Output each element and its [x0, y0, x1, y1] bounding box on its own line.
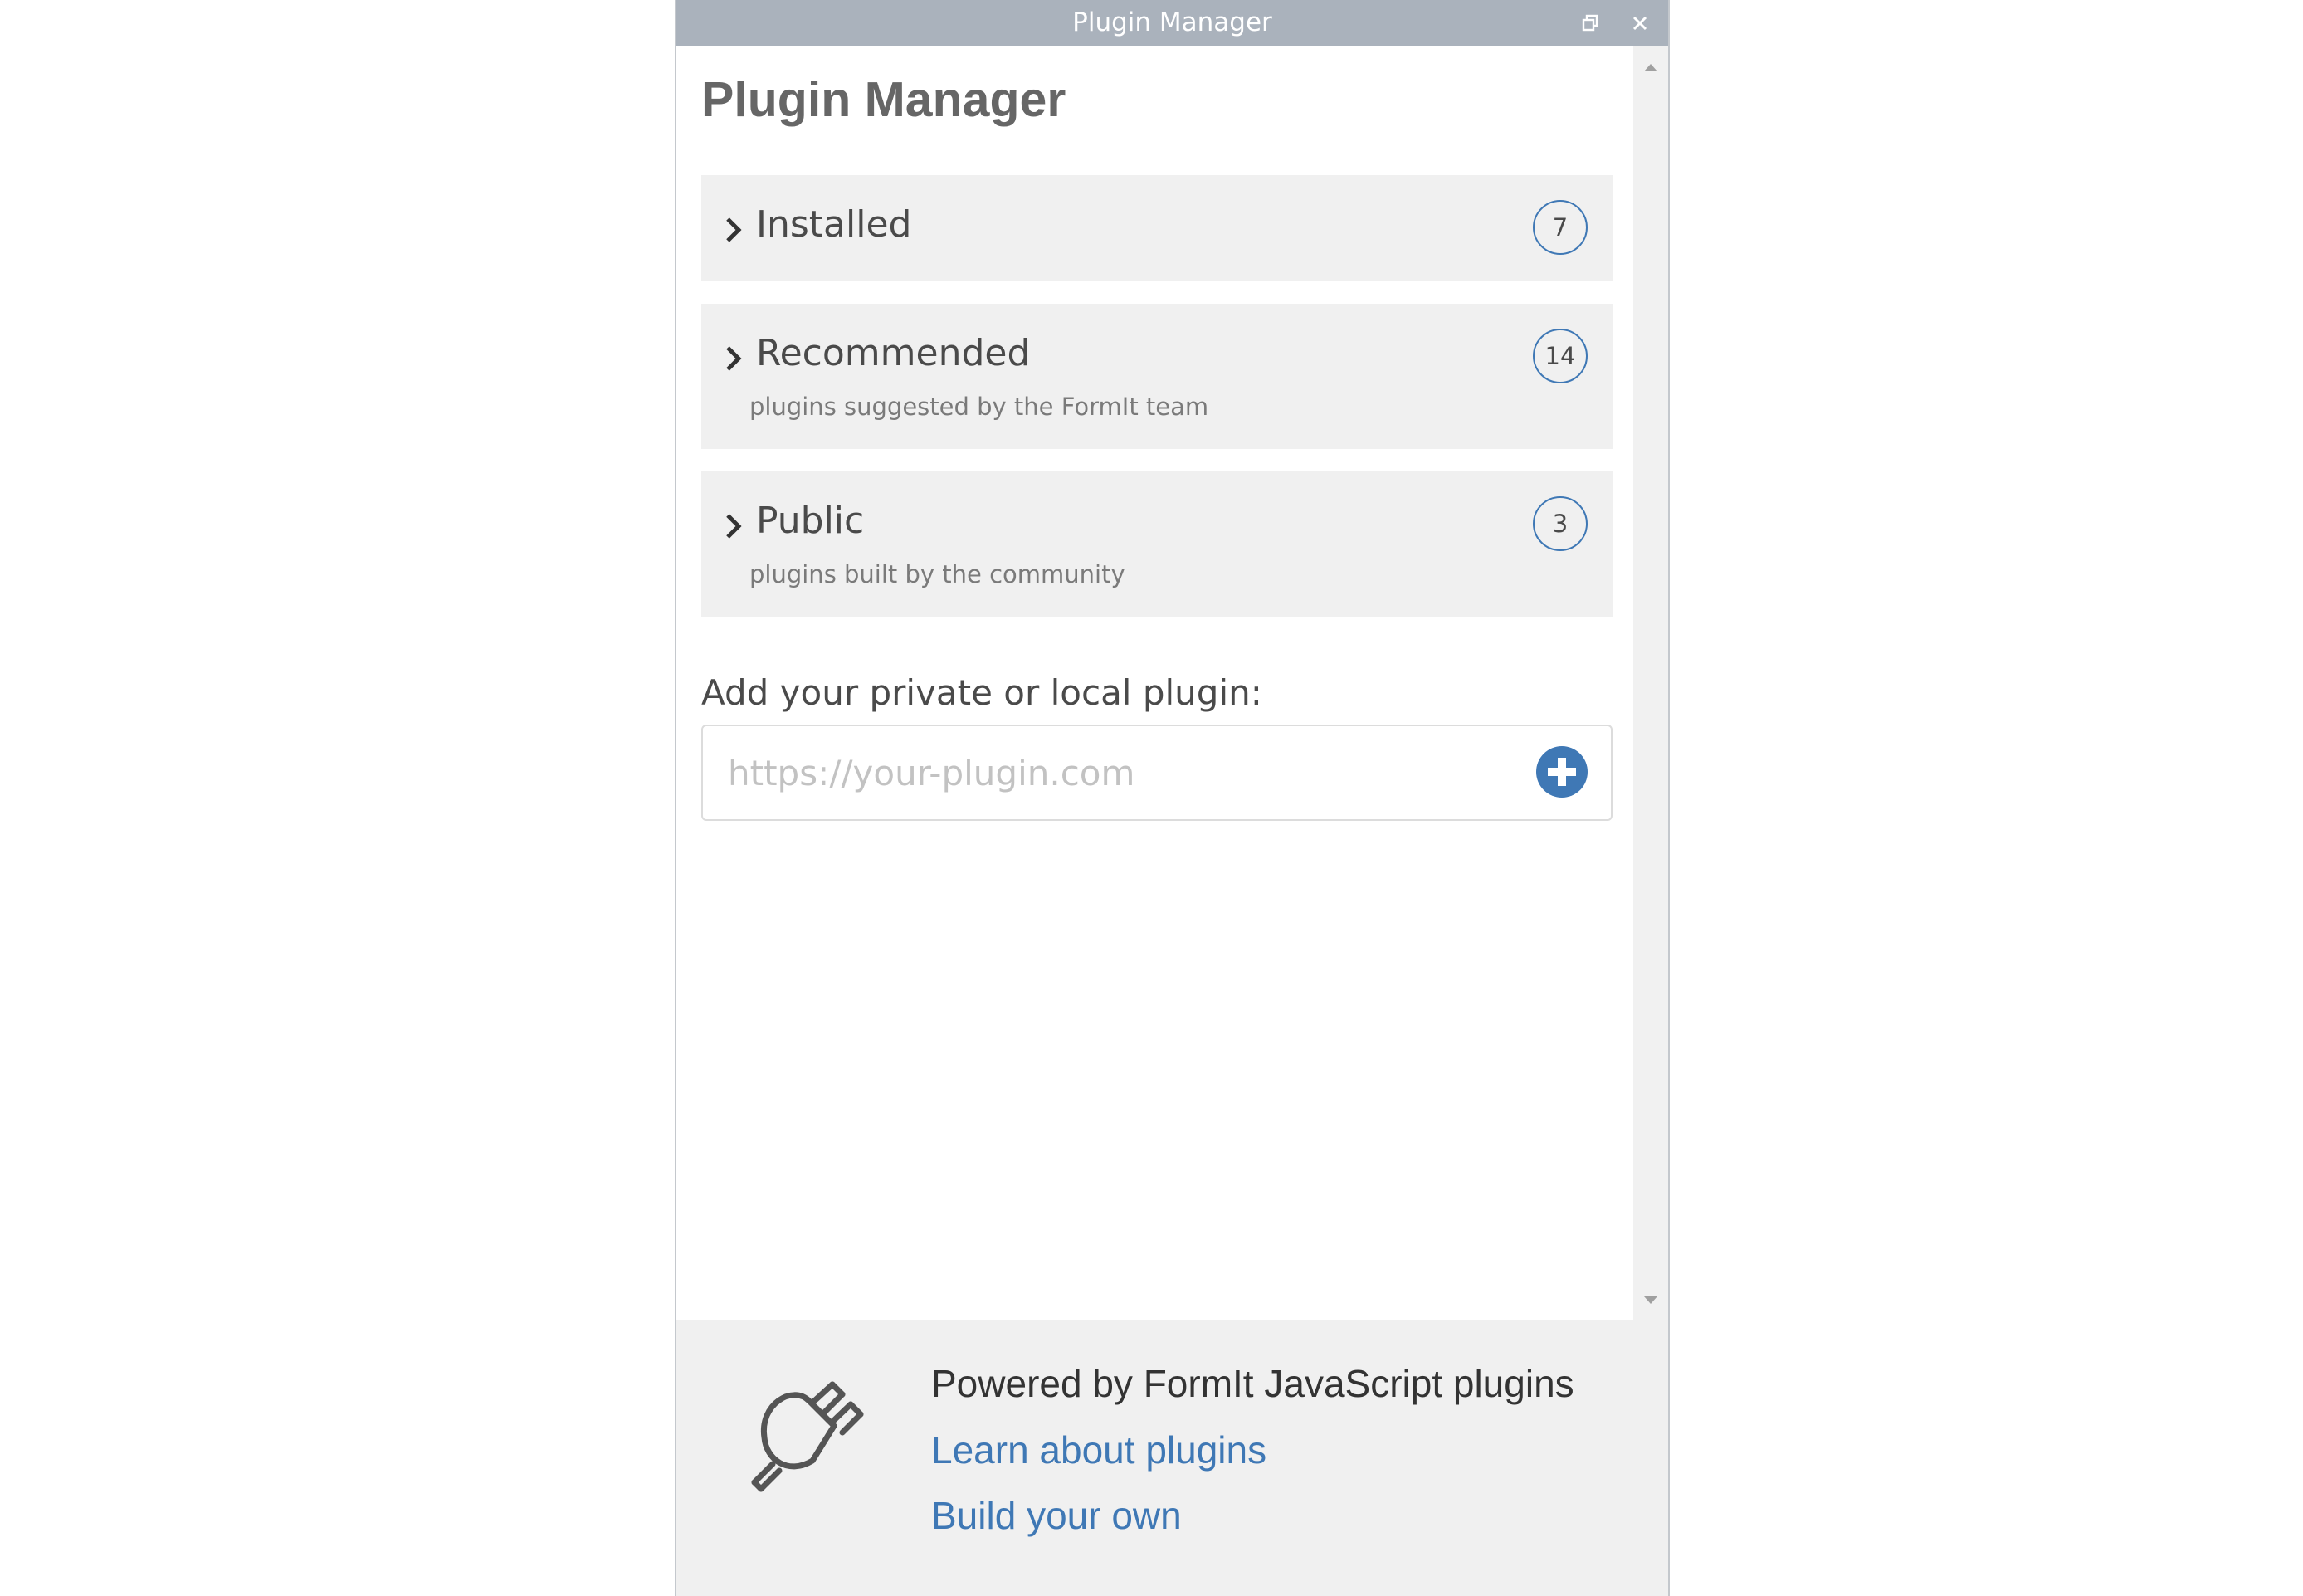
- restore-icon: [1582, 14, 1598, 32]
- main-content: Plugin Manager Installed 7 Recommended p…: [676, 46, 1633, 1320]
- add-plugin-field: [701, 725, 1613, 821]
- vertical-scrollbar[interactable]: [1633, 46, 1668, 1320]
- plugin-url-input[interactable]: [728, 743, 1525, 803]
- close-button[interactable]: [1625, 8, 1655, 38]
- section-public-label: Public: [756, 500, 865, 542]
- window-title: Plugin Manager: [1072, 7, 1272, 37]
- section-installed[interactable]: Installed 7: [701, 175, 1613, 281]
- section-public-subtitle: plugins built by the community: [749, 560, 1125, 588]
- learn-about-plugins-link[interactable]: Learn about plugins: [931, 1428, 1266, 1472]
- scroll-down-icon: [1644, 1296, 1657, 1304]
- scroll-up-icon: [1644, 64, 1657, 71]
- section-installed-label: Installed: [756, 203, 912, 246]
- plug-icon: [751, 1381, 864, 1492]
- chevron-right-icon: [726, 514, 742, 539]
- section-public-count-badge: 3: [1533, 496, 1588, 551]
- section-public[interactable]: Public plugins built by the community 3: [701, 471, 1613, 617]
- build-your-own-link[interactable]: Build your own: [931, 1493, 1182, 1538]
- section-recommended-subtitle: plugins suggested by the FormIt team: [749, 393, 1209, 421]
- section-recommended[interactable]: Recommended plugins suggested by the For…: [701, 304, 1613, 449]
- section-recommended-count-badge: 14: [1533, 329, 1588, 383]
- scroll-up-arrow[interactable]: [1633, 55, 1668, 80]
- close-icon: [1632, 16, 1647, 31]
- chevron-right-icon: [726, 217, 742, 242]
- scroll-down-arrow[interactable]: [1633, 1288, 1668, 1313]
- chevron-right-icon: [726, 346, 742, 371]
- powered-by-text: Powered by FormIt JavaScript plugins: [931, 1362, 1574, 1405]
- plus-circle-icon: [1536, 746, 1588, 798]
- title-bar: Plugin Manager: [676, 0, 1668, 46]
- add-plugin-label: Add your private or local plugin:: [701, 672, 1262, 713]
- page-title: Plugin Manager: [701, 72, 1066, 127]
- footer-panel: Powered by FormIt JavaScript plugins Lea…: [676, 1320, 1668, 1596]
- section-installed-count-badge: 7: [1533, 200, 1588, 255]
- add-plugin-button[interactable]: [1535, 744, 1589, 799]
- section-recommended-label: Recommended: [756, 332, 1031, 374]
- plugin-manager-window: Plugin Manager Plugin Manager Installed …: [675, 0, 1670, 1596]
- restore-button[interactable]: [1575, 8, 1605, 38]
